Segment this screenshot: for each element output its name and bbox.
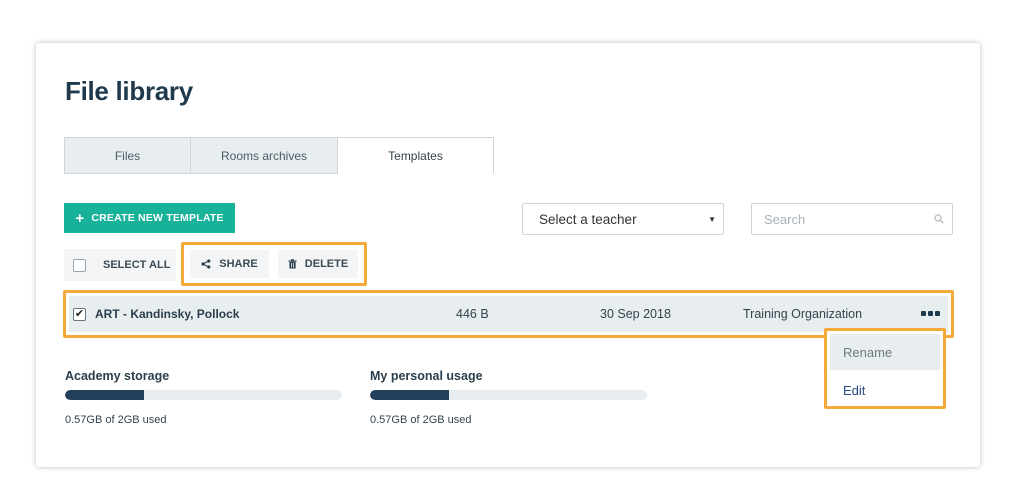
file-row-highlight: ✔ ART - Kandinsky, Pollock 446 B 30 Sep …	[63, 290, 954, 338]
menu-item-edit[interactable]: Edit	[830, 372, 940, 408]
tab-files[interactable]: Files	[64, 137, 191, 174]
table-row[interactable]: ✔ ART - Kandinsky, Pollock 446 B 30 Sep …	[69, 296, 948, 332]
academy-storage-fill	[65, 390, 144, 400]
search-input[interactable]: Search	[751, 203, 953, 235]
delete-label: DELETE	[304, 258, 349, 270]
academy-storage: Academy storage 0.57GB of 2GB used	[65, 369, 342, 426]
page-title: File library	[65, 76, 193, 106]
personal-usage-bar	[370, 390, 647, 400]
select-all-checkbox[interactable]	[73, 258, 86, 272]
academy-storage-label: Academy storage	[65, 369, 170, 383]
teacher-select-value: Select a teacher	[539, 211, 637, 227]
share-label: SHARE	[219, 258, 258, 270]
personal-usage: My personal usage 0.57GB of 2GB used	[370, 369, 647, 426]
context-menu: Rename Edit	[824, 328, 946, 409]
trash-icon	[288, 259, 297, 269]
check-icon: ✔	[74, 308, 85, 320]
more-options-icon[interactable]	[921, 311, 940, 316]
row-checkbox[interactable]: ✔	[73, 308, 86, 321]
academy-storage-used: 0.57GB of 2GB used	[65, 414, 167, 426]
share-button[interactable]: SHARE	[190, 250, 269, 278]
file-organization: Training Organization	[743, 307, 863, 321]
search-icon	[934, 214, 944, 224]
delete-button[interactable]: DELETE	[278, 250, 358, 278]
share-icon	[201, 259, 211, 269]
create-new-template-button[interactable]: + CREATE NEW TEMPLATE	[64, 203, 235, 233]
caret-down-icon: ▼	[708, 215, 716, 224]
personal-usage-used: 0.57GB of 2GB used	[370, 414, 472, 426]
search-placeholder: Search	[764, 211, 806, 227]
file-name[interactable]: ART - Kandinsky, Pollock	[95, 307, 239, 321]
select-all-button[interactable]: SELECT ALL	[64, 249, 176, 281]
tab-templates[interactable]: Templates	[338, 137, 494, 174]
personal-usage-fill	[370, 390, 449, 400]
personal-usage-label: My personal usage	[370, 369, 483, 383]
academy-storage-bar	[65, 390, 342, 400]
file-size: 446 B	[456, 307, 489, 321]
teacher-select[interactable]: Select a teacher ▼	[522, 203, 724, 235]
menu-item-rename[interactable]: Rename	[830, 334, 940, 370]
bulk-actions-highlight: SHARE DELETE	[181, 242, 367, 286]
tab-rooms-archives[interactable]: Rooms archives	[191, 137, 338, 174]
file-library-card: File library Files Rooms archives Templa…	[36, 43, 980, 467]
plus-icon: +	[75, 209, 85, 227]
tab-bar: Files Rooms archives Templates	[64, 137, 494, 174]
file-date: 30 Sep 2018	[600, 307, 671, 321]
select-all-label: SELECT ALL	[103, 259, 171, 271]
create-new-template-label: CREATE NEW TEMPLATE	[91, 212, 224, 224]
